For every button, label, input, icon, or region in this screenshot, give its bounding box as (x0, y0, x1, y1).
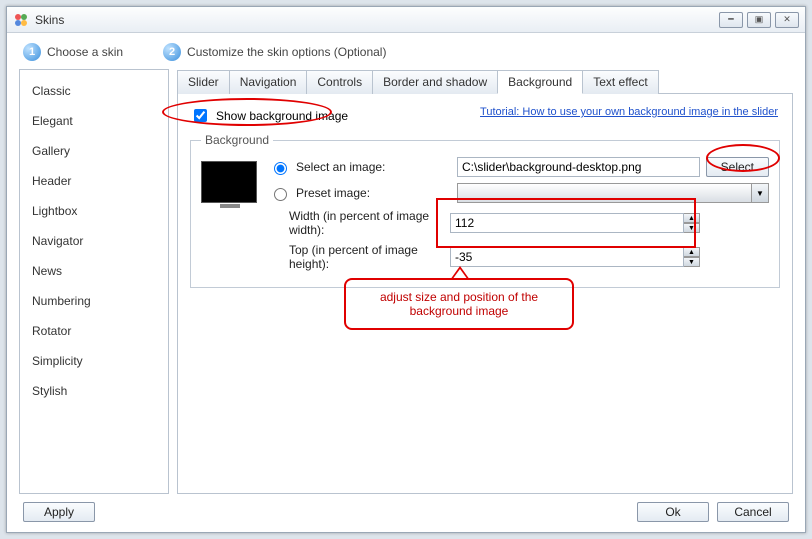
select-image-label: Select an image: (296, 160, 451, 174)
app-icon (13, 12, 29, 28)
apply-button[interactable]: Apply (23, 502, 95, 522)
sidebar-item-elegant[interactable]: Elegant (20, 106, 168, 136)
step-1-label: Choose a skin (47, 45, 123, 59)
tab-border-shadow[interactable]: Border and shadow (372, 70, 498, 94)
tab-slider[interactable]: Slider (177, 70, 230, 94)
sidebar-item-header[interactable]: Header (20, 166, 168, 196)
background-panel: Show background image Tutorial: How to u… (177, 94, 793, 494)
chevron-down-icon: ▼ (752, 183, 769, 203)
cancel-button[interactable]: Cancel (717, 502, 789, 522)
sidebar-item-classic[interactable]: Classic (20, 76, 168, 106)
tab-text-effect[interactable]: Text effect (582, 70, 658, 94)
sidebar-item-news[interactable]: News (20, 256, 168, 286)
tutorial-link[interactable]: Tutorial: How to use your own background… (480, 106, 778, 118)
width-label: Width (in percent of image width): (289, 209, 444, 237)
skin-list[interactable]: Classic Elegant Gallery Header Lightbox … (19, 69, 169, 494)
radio-select-image[interactable] (274, 162, 287, 175)
preview-thumbnail (201, 161, 257, 203)
option-tabs: Slider Navigation Controls Border and sh… (177, 69, 793, 94)
tab-controls[interactable]: Controls (306, 70, 373, 94)
background-group-title: Background (201, 133, 273, 147)
tab-navigation[interactable]: Navigation (229, 70, 308, 94)
preset-combobox[interactable]: ▼ (457, 183, 769, 203)
spin-down-icon[interactable]: ▼ (684, 223, 700, 233)
minimize-button[interactable]: ━ (719, 12, 743, 28)
spin-up-icon[interactable]: ▲ (684, 213, 700, 223)
step-1: 1 Choose a skin (23, 43, 123, 61)
skins-dialog: Skins ━ ▣ ✕ 1 Choose a skin 2 Customize th… (6, 6, 806, 533)
sidebar-item-numbering[interactable]: Numbering (20, 286, 168, 316)
radio-preset-image[interactable] (274, 188, 287, 201)
ok-button[interactable]: Ok (637, 502, 709, 522)
preset-image-label: Preset image: (296, 186, 451, 200)
tab-background[interactable]: Background (497, 70, 583, 94)
step-2-badge: 2 (163, 43, 181, 61)
step-2-label: Customize the skin options (Optional) (187, 45, 386, 59)
close-button[interactable]: ✕ (775, 12, 799, 28)
top-spinner[interactable]: ▲▼ (450, 247, 700, 267)
show-background-checkbox[interactable] (194, 109, 207, 122)
background-group: Background Select an image: Select (190, 133, 780, 288)
top-label: Top (in percent of image height): (289, 243, 444, 271)
dialog-footer: Apply Ok Cancel (19, 494, 793, 522)
wizard-steps: 1 Choose a skin 2 Customize the skin optio… (19, 43, 793, 61)
step-2: 2 Customize the skin options (Optional) (163, 43, 386, 61)
sidebar-item-rotator[interactable]: Rotator (20, 316, 168, 346)
step-1-badge: 1 (23, 43, 41, 61)
spin-down-icon[interactable]: ▼ (684, 257, 700, 267)
window-title: Skins (35, 13, 719, 27)
width-spinner[interactable]: ▲▼ (450, 213, 700, 233)
sidebar-item-lightbox[interactable]: Lightbox (20, 196, 168, 226)
titlebar[interactable]: Skins ━ ▣ ✕ (7, 7, 805, 33)
maximize-button[interactable]: ▣ (747, 12, 771, 28)
sidebar-item-simplicity[interactable]: Simplicity (20, 346, 168, 376)
sidebar-item-stylish[interactable]: Stylish (20, 376, 168, 406)
width-input[interactable] (450, 213, 684, 233)
spin-up-icon[interactable]: ▲ (684, 247, 700, 257)
sidebar-item-navigator[interactable]: Navigator (20, 226, 168, 256)
top-input[interactable] (450, 247, 684, 267)
show-background-label: Show background image (216, 109, 348, 123)
image-path-field[interactable] (457, 157, 700, 177)
select-button[interactable]: Select (706, 157, 769, 177)
sidebar-item-gallery[interactable]: Gallery (20, 136, 168, 166)
